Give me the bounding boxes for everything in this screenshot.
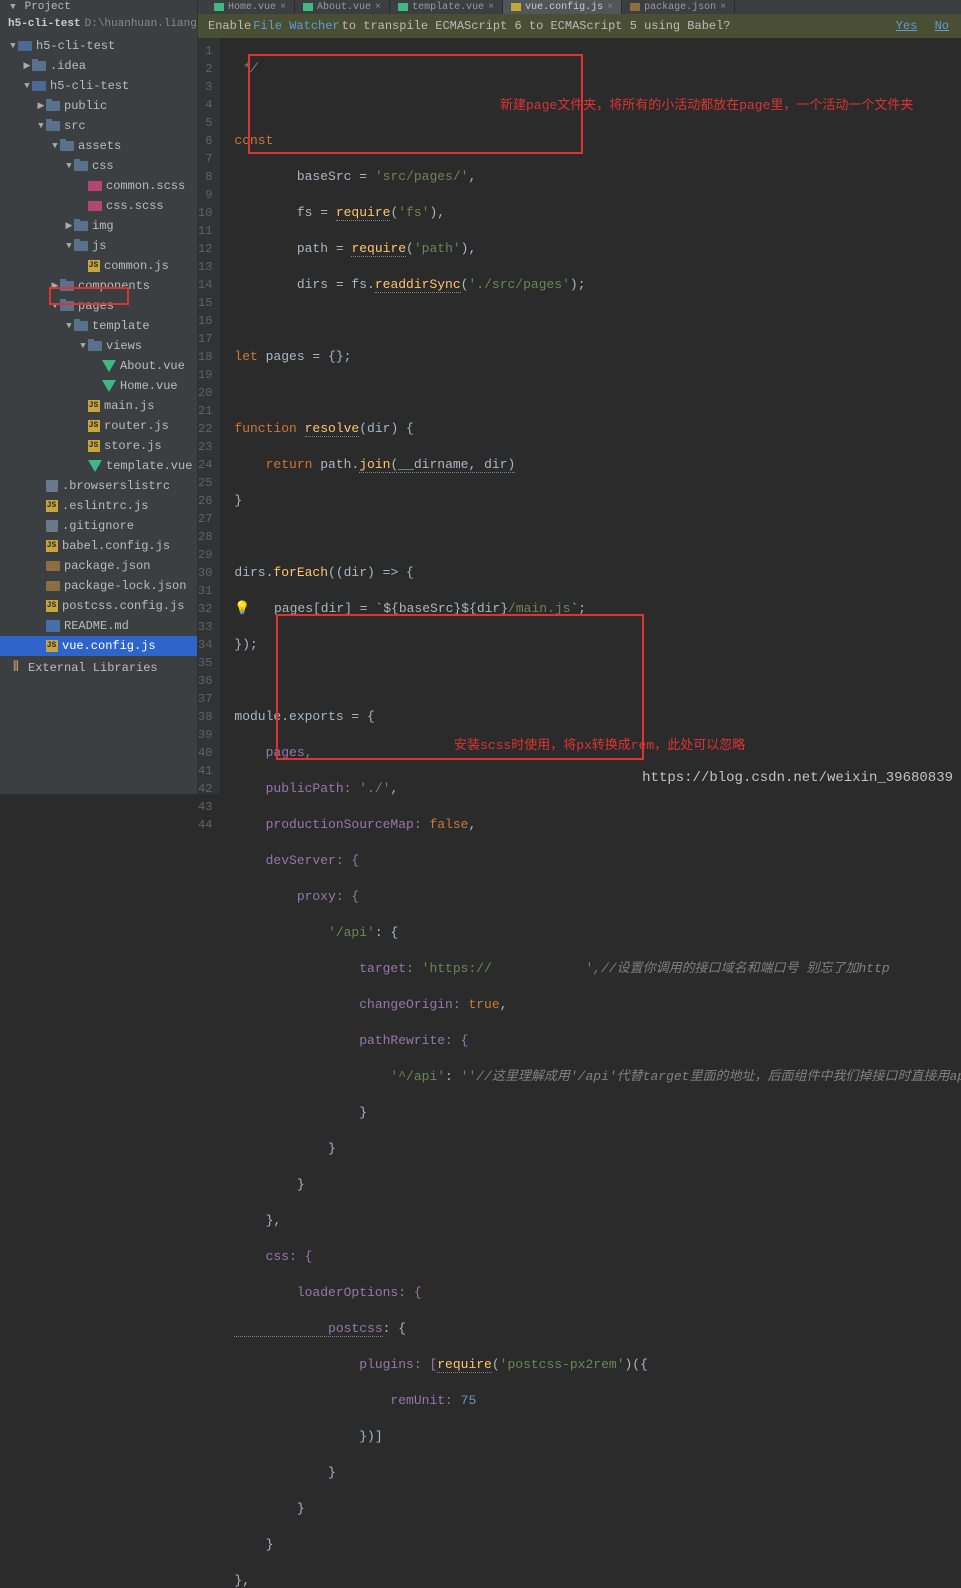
json-icon	[46, 561, 60, 571]
tree-item-template-vue[interactable]: template.vue	[0, 456, 197, 476]
annotation-text-2: 安装scss时使用，将px转换成rem，此处可以忽略	[454, 734, 745, 753]
tree-item-template[interactable]: ▼template	[0, 316, 197, 336]
line-gutter: 1234567891011121314151617181920212223242…	[198, 38, 220, 794]
tree-item-h5-cli-test[interactable]: ▼h5-cli-test	[0, 76, 197, 96]
tab-vue-config-js[interactable]: vue.config.js×	[503, 0, 622, 14]
notification-bar: Enable File Watcher to transpile ECMAScr…	[198, 14, 961, 38]
tree-item--idea[interactable]: ▶.idea	[0, 56, 197, 76]
project-header[interactable]: ▼ Project	[0, 0, 197, 14]
tree-item-Home-vue[interactable]: Home.vue	[0, 376, 197, 396]
vue-icon	[102, 360, 116, 372]
code-area[interactable]: */ const baseSrc = 'src/pages/', fs = re…	[220, 38, 961, 794]
tree-item-views[interactable]: ▼views	[0, 336, 197, 356]
external-libraries[interactable]: ⫴ External Libraries	[0, 658, 197, 678]
folder-icon	[74, 221, 88, 231]
tree-item-babel-config-js[interactable]: JSbabel.config.js	[0, 536, 197, 556]
js-icon: JS	[88, 260, 100, 272]
tree-item--eslintrc-js[interactable]: JS.eslintrc.js	[0, 496, 197, 516]
folder-icon	[74, 241, 88, 251]
module-icon	[18, 41, 32, 51]
js-icon: JS	[46, 540, 58, 552]
tree-item-README-md[interactable]: README.md	[0, 616, 197, 636]
js-icon: JS	[88, 420, 100, 432]
tree-item-js[interactable]: ▼js	[0, 236, 197, 256]
file-watcher-link[interactable]: File Watcher	[253, 19, 339, 33]
folder-icon	[60, 141, 74, 151]
folder-icon	[60, 301, 74, 311]
scss-icon	[88, 201, 102, 211]
js-icon: JS	[46, 640, 58, 652]
tree-item-components[interactable]: ▶components	[0, 276, 197, 296]
tree-item-h5-cli-test[interactable]: ▼h5-cli-test	[0, 36, 197, 56]
folder-icon	[74, 321, 88, 331]
folder-icon	[32, 61, 46, 71]
close-icon[interactable]: ×	[488, 2, 494, 13]
tab-template-vue[interactable]: template.vue×	[390, 0, 503, 14]
annotation-text-1: 新建page文件夹，将所有的小活动都放在page里，一个活动一个文件夹	[500, 94, 913, 113]
tree-item--gitignore[interactable]: .gitignore	[0, 516, 197, 536]
tab-Home-vue[interactable]: Home.vue×	[206, 0, 295, 14]
tree-item-css-scss[interactable]: css.scss	[0, 196, 197, 216]
tree-item-src[interactable]: ▼src	[0, 116, 197, 136]
tree-item-router-js[interactable]: JSrouter.js	[0, 416, 197, 436]
tree-item-package-json[interactable]: package.json	[0, 556, 197, 576]
editor-tabs: Home.vue×About.vue×template.vue×vue.conf…	[198, 0, 961, 14]
folder-icon	[46, 121, 60, 131]
md-icon	[46, 620, 60, 632]
project-tree: ▼h5-cli-test▶.idea▼h5-cli-test▶public▼sr…	[0, 34, 197, 658]
project-sidebar: ▼ Project h5-cli-testD:\huanhuan.liang\v…	[0, 0, 198, 794]
folder-icon	[88, 341, 102, 351]
tree-item-assets[interactable]: ▼assets	[0, 136, 197, 156]
scss-icon	[88, 181, 102, 191]
watermark: https://blog.csdn.net/weixin_39680839	[642, 770, 953, 786]
folder-icon	[46, 101, 60, 111]
vue-icon	[88, 460, 102, 472]
tree-item-common-js[interactable]: JScommon.js	[0, 256, 197, 276]
js-icon: JS	[46, 600, 58, 612]
close-icon[interactable]: ×	[607, 2, 613, 13]
js-icon: JS	[46, 500, 58, 512]
txt-icon	[46, 520, 58, 532]
tree-item-common-scss[interactable]: common.scss	[0, 176, 197, 196]
js-icon: JS	[88, 400, 100, 412]
tree-item--browserslistrc[interactable]: .browserslistrc	[0, 476, 197, 496]
tree-item-pages[interactable]: ▼pages	[0, 296, 197, 316]
folder-icon	[60, 281, 74, 291]
tree-item-css[interactable]: ▼css	[0, 156, 197, 176]
tab-package-json[interactable]: package.json×	[622, 0, 735, 14]
tree-item-img[interactable]: ▶img	[0, 216, 197, 236]
tree-item-postcss-config-js[interactable]: JSpostcss.config.js	[0, 596, 197, 616]
tree-item-About-vue[interactable]: About.vue	[0, 356, 197, 376]
module-icon	[32, 81, 46, 91]
path-bar: h5-cli-testD:\huanhuan.liang\vue	[0, 14, 197, 34]
yes-link[interactable]: Yes	[896, 19, 918, 33]
code-editor[interactable]: 1234567891011121314151617181920212223242…	[198, 38, 961, 794]
tree-item-main-js[interactable]: JSmain.js	[0, 396, 197, 416]
close-icon[interactable]: ×	[720, 2, 726, 13]
tree-item-vue-config-js[interactable]: JSvue.config.js	[0, 636, 197, 656]
txt-icon	[46, 480, 58, 492]
close-icon[interactable]: ×	[375, 2, 381, 13]
close-icon[interactable]: ×	[280, 2, 286, 13]
no-link[interactable]: No	[935, 19, 949, 33]
tree-item-store-js[interactable]: JSstore.js	[0, 436, 197, 456]
tree-item-public[interactable]: ▶public	[0, 96, 197, 116]
tab-About-vue[interactable]: About.vue×	[295, 0, 390, 14]
js-icon: JS	[88, 440, 100, 452]
tree-item-package-lock-json[interactable]: package-lock.json	[0, 576, 197, 596]
json-icon	[46, 581, 60, 591]
library-icon: ⫴	[8, 660, 24, 676]
vue-icon	[102, 380, 116, 392]
folder-icon	[74, 161, 88, 171]
